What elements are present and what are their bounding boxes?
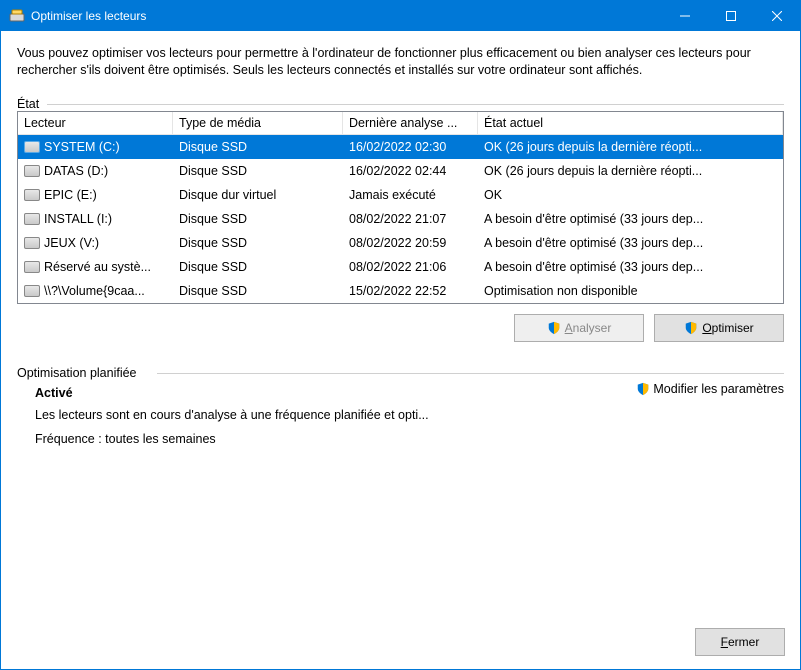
schedule-status-title: Activé bbox=[35, 386, 636, 400]
drive-name-cell: SYSTEM (C:) bbox=[18, 138, 173, 156]
close-label: Fermer bbox=[721, 635, 760, 649]
drive-icon bbox=[24, 237, 40, 249]
window-controls bbox=[662, 1, 800, 31]
drive-name-label: JEUX (V:) bbox=[44, 236, 99, 250]
last-run-cell: Jamais exécuté bbox=[343, 186, 478, 204]
shield-icon bbox=[684, 321, 698, 335]
media-type-cell: Disque SSD bbox=[173, 234, 343, 252]
action-button-row: Analyser Optimiser bbox=[17, 314, 784, 342]
drive-icon bbox=[24, 165, 40, 177]
drive-name-label: \\?\Volume{9caa... bbox=[44, 284, 145, 298]
drive-icon bbox=[24, 213, 40, 225]
drive-name-cell: JEUX (V:) bbox=[18, 234, 173, 252]
table-row[interactable]: DATAS (D:) Disque SSD16/02/2022 02:44OK (… bbox=[18, 159, 783, 183]
minimize-button[interactable] bbox=[662, 1, 708, 31]
maximize-button[interactable] bbox=[708, 1, 754, 31]
table-row[interactable]: SYSTEM (C:) Disque SSD16/02/2022 02:30OK … bbox=[18, 135, 783, 159]
drive-name-cell: DATAS (D:) bbox=[18, 162, 173, 180]
drive-icon bbox=[24, 261, 40, 273]
optimize-label: Optimiser bbox=[702, 321, 753, 335]
last-run-cell: 08/02/2022 20:59 bbox=[343, 234, 478, 252]
col-header-drive[interactable]: Lecteur bbox=[18, 112, 173, 135]
media-type-cell: Disque dur virtuel bbox=[173, 186, 343, 204]
close-dialog-button[interactable]: Fermer bbox=[695, 628, 785, 656]
media-type-cell: Disque SSD bbox=[173, 138, 343, 156]
status-section-rule bbox=[47, 104, 784, 105]
media-type-cell: Disque SSD bbox=[173, 282, 343, 300]
analyze-button: Analyser bbox=[514, 314, 644, 342]
status-cell: A besoin d'être optimisé (33 jours dep..… bbox=[478, 258, 783, 276]
drive-name-label: EPIC (E:) bbox=[44, 188, 97, 202]
drive-name-label: INSTALL (I:) bbox=[44, 212, 112, 226]
drive-name-label: DATAS (D:) bbox=[44, 164, 108, 178]
status-cell: A besoin d'être optimisé (33 jours dep..… bbox=[478, 234, 783, 252]
shield-icon bbox=[547, 321, 561, 335]
col-header-status[interactable]: État actuel bbox=[478, 112, 783, 135]
drive-icon bbox=[24, 189, 40, 201]
media-type-cell: Disque SSD bbox=[173, 162, 343, 180]
schedule-section-rule bbox=[157, 373, 784, 374]
status-cell: Optimisation non disponible bbox=[478, 282, 783, 300]
status-cell: OK (26 jours depuis la dernière réopti..… bbox=[478, 162, 783, 180]
drive-name-cell: EPIC (E:) bbox=[18, 186, 173, 204]
drive-name-label: SYSTEM (C:) bbox=[44, 140, 120, 154]
last-run-cell: 16/02/2022 02:30 bbox=[343, 138, 478, 156]
last-run-cell: 08/02/2022 21:06 bbox=[343, 258, 478, 276]
analyze-label: Analyser bbox=[565, 321, 612, 335]
close-button[interactable] bbox=[754, 1, 800, 31]
schedule-row: Activé Les lecteurs sont en cours d'anal… bbox=[17, 380, 784, 456]
last-run-cell: 16/02/2022 02:44 bbox=[343, 162, 478, 180]
table-row[interactable]: \\?\Volume{9caa... Disque SSD15/02/2022 2… bbox=[18, 279, 783, 303]
last-run-cell: 15/02/2022 22:52 bbox=[343, 282, 478, 300]
footer: Fermer bbox=[695, 628, 785, 656]
titlebar: Optimiser les lecteurs bbox=[1, 1, 800, 31]
drive-name-label: Réservé au systè... bbox=[44, 260, 151, 274]
drive-list[interactable]: Lecteur Type de média Dernière analyse .… bbox=[17, 111, 784, 304]
change-settings-button[interactable]: Modifier les paramètres bbox=[636, 380, 784, 398]
drive-name-cell: Réservé au systè... bbox=[18, 258, 173, 276]
optimize-button[interactable]: Optimiser bbox=[654, 314, 784, 342]
drive-name-cell: \\?\Volume{9caa... bbox=[18, 282, 173, 300]
col-header-last[interactable]: Dernière analyse ... bbox=[343, 112, 478, 135]
schedule-line1: Les lecteurs sont en cours d'analyse à u… bbox=[35, 408, 636, 422]
table-row[interactable]: JEUX (V:) Disque SSD08/02/2022 20:59A bes… bbox=[18, 231, 783, 255]
drive-list-body: SYSTEM (C:)Disque SSD16/02/2022 02:30OK … bbox=[18, 135, 783, 303]
table-row[interactable]: Réservé au systè... Disque SSD08/02/2022 … bbox=[18, 255, 783, 279]
drive-icon bbox=[24, 141, 40, 153]
shield-icon bbox=[636, 382, 650, 396]
change-settings-label: Modifier les paramètres bbox=[653, 382, 784, 396]
status-cell: OK bbox=[478, 186, 783, 204]
drive-icon bbox=[24, 285, 40, 297]
table-row[interactable]: EPIC (E:) Disque dur virtuelJamais exécut… bbox=[18, 183, 783, 207]
col-header-media[interactable]: Type de média bbox=[173, 112, 343, 135]
intro-text: Vous pouvez optimiser vos lecteurs pour … bbox=[17, 45, 784, 79]
drive-list-header: Lecteur Type de média Dernière analyse .… bbox=[18, 112, 783, 135]
app-icon bbox=[9, 8, 25, 24]
schedule-info: Activé Les lecteurs sont en cours d'anal… bbox=[17, 380, 636, 456]
drive-name-cell: INSTALL (I:) bbox=[18, 210, 173, 228]
schedule-line2: Fréquence : toutes les semaines bbox=[35, 432, 636, 446]
media-type-cell: Disque SSD bbox=[173, 210, 343, 228]
last-run-cell: 08/02/2022 21:07 bbox=[343, 210, 478, 228]
window-title: Optimiser les lecteurs bbox=[31, 9, 662, 23]
status-cell: OK (26 jours depuis la dernière réopti..… bbox=[478, 138, 783, 156]
content-area: Vous pouvez optimiser vos lecteurs pour … bbox=[1, 31, 800, 468]
table-row[interactable]: INSTALL (I:) Disque SSD08/02/2022 21:07A … bbox=[18, 207, 783, 231]
status-cell: A besoin d'être optimisé (33 jours dep..… bbox=[478, 210, 783, 228]
media-type-cell: Disque SSD bbox=[173, 258, 343, 276]
